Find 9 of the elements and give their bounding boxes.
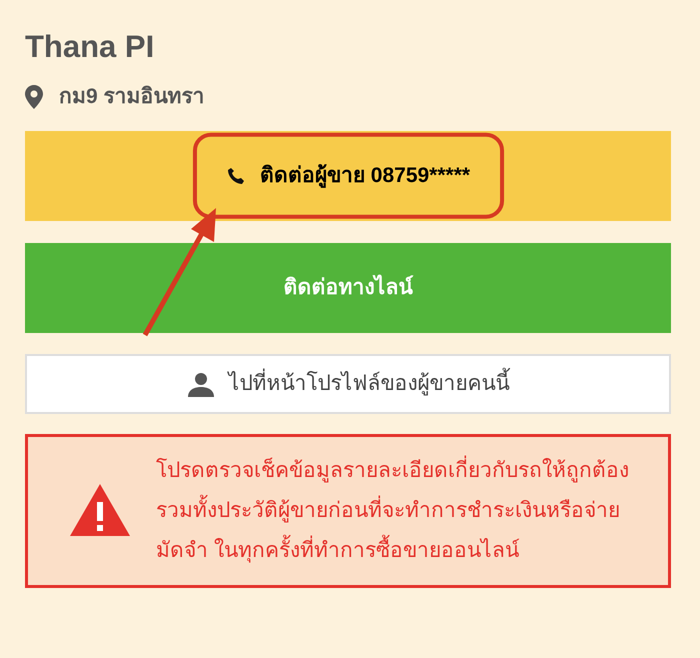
warning-text: โปรดตรวจเช็คข้อมูลรายละเอียดเกี่ยวกับรถให้ถูกต้องรวมทั้งประวัติผู้ขายก่อนที่จะทำการชำระเงินหรือจ่ายมัดจำ ในทุกครั้งที่ทำการซื้อขายออนไลน์ [156, 450, 648, 571]
location-pin-icon [25, 84, 43, 109]
phone-icon [226, 166, 246, 186]
person-icon [186, 370, 214, 397]
call-seller-button[interactable]: ติดต่อผู้ขาย 08759***** [25, 130, 671, 221]
seller-profile-button[interactable]: ไปที่หน้าโปรไฟล์ของผู้ขายคนนี้ [25, 354, 671, 414]
warning-icon [70, 484, 130, 538]
seller-location: กม9 รามอินทรา [59, 84, 205, 110]
seller-name: Thana PI [25, 28, 156, 66]
